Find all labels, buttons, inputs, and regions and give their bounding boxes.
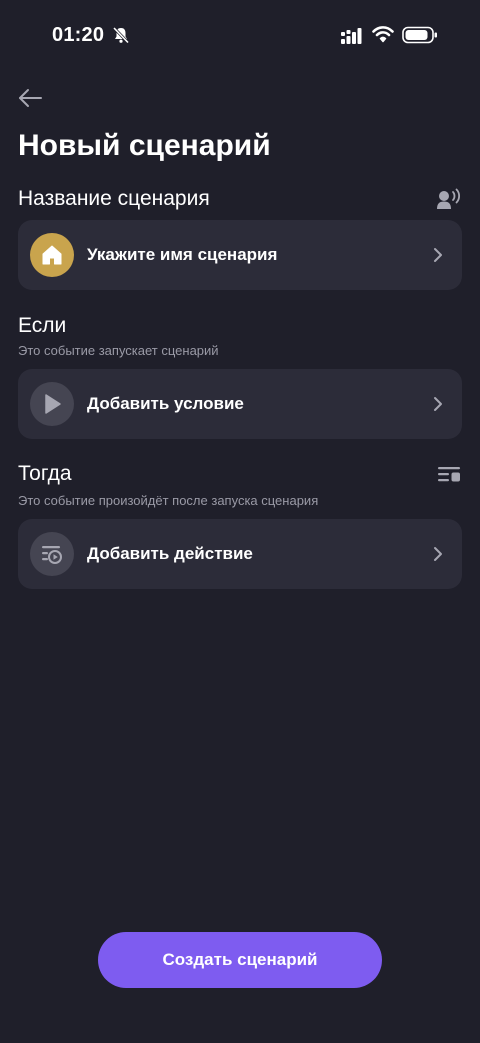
- voice-command-icon: [437, 188, 461, 209]
- status-bar: 01:20: [0, 0, 480, 70]
- voice-command-button[interactable]: [436, 187, 462, 211]
- scenario-name-label: Укажите имя сценария: [87, 245, 278, 264]
- signal-icon: [341, 28, 362, 44]
- if-section-subtitle: Это событие запускает сценарий: [18, 343, 219, 358]
- battery-icon: [402, 26, 437, 44]
- list-settings-button[interactable]: [436, 462, 462, 486]
- chevron-right-icon: [432, 247, 444, 263]
- chevron-right-icon: [432, 546, 444, 562]
- action-icon-badge: [30, 532, 74, 576]
- add-action-card[interactable]: Добавить действие: [18, 519, 462, 589]
- play-icon-badge: [30, 382, 74, 426]
- list-settings-icon: [438, 467, 460, 482]
- then-section-title: Тогда: [18, 462, 72, 485]
- create-scenario-button[interactable]: Создать сценарий: [98, 932, 382, 988]
- home-icon: [42, 245, 62, 265]
- play-icon: [45, 394, 61, 414]
- add-action-label: Добавить действие: [87, 544, 253, 563]
- if-section-title: Если: [18, 314, 67, 337]
- bell-off-icon: [112, 26, 130, 44]
- status-time: 01:20: [52, 24, 105, 46]
- page-title: Новый сценарий: [18, 129, 271, 162]
- wifi-icon: [372, 26, 394, 43]
- chevron-right-icon: [432, 396, 444, 412]
- add-condition-label: Добавить условие: [87, 394, 244, 413]
- name-section-title: Название сценария: [18, 187, 210, 210]
- arrow-left-icon: [19, 89, 42, 107]
- add-condition-card[interactable]: Добавить условие: [18, 369, 462, 439]
- then-section-subtitle: Это событие произойдёт после запуска сце…: [18, 493, 319, 508]
- back-button[interactable]: [14, 84, 46, 112]
- home-icon-badge: [30, 233, 74, 277]
- scenario-name-card[interactable]: Укажите имя сценария: [18, 220, 462, 290]
- action-icon: [42, 546, 62, 564]
